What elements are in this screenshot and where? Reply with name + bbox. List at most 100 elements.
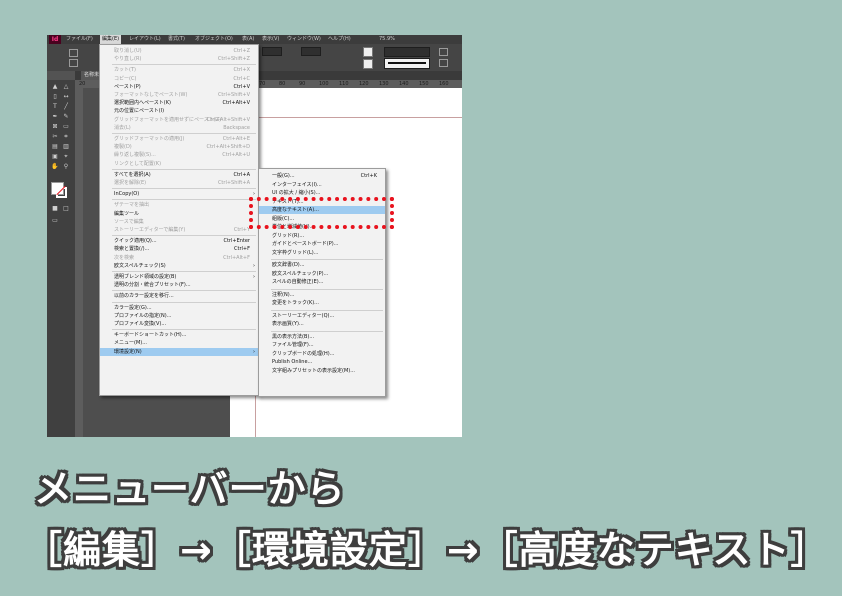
pen-tool-icon[interactable]: ✒ <box>51 113 59 120</box>
menu-item[interactable]: 欧文スペルチェック(S) › <box>100 262 258 270</box>
pencil-tool-icon[interactable]: ✎ <box>62 113 70 120</box>
gradient-feather-tool-icon[interactable]: ▥ <box>62 143 70 150</box>
menu-item[interactable]: 一般(G)... Ctrl+K <box>259 172 385 180</box>
transform-tool-icon[interactable]: ⌗ <box>62 133 70 140</box>
menu-item[interactable]: Publish Online... <box>259 358 385 366</box>
menu-item[interactable]: ストーリーエディター(Q)... <box>259 312 385 320</box>
menu-item[interactable]: ファイル管理(F)... <box>259 341 385 349</box>
menu-item[interactable]: コピー(C) Ctrl+C <box>100 75 258 83</box>
menu-item[interactable]: 表示画質(Y)... <box>259 320 385 328</box>
menu-item[interactable]: 元の位置にペースト(I) <box>100 107 258 115</box>
gap-tool-icon[interactable]: ↔ <box>62 93 70 100</box>
menu-item[interactable]: ソースで編集 <box>100 218 258 226</box>
menu-edit[interactable]: 編集(E) <box>100 35 122 44</box>
menu-item[interactable]: スペルの自動修正(E)... <box>259 278 385 286</box>
menu-item[interactable]: ストーリーエディターで編集(Y) Ctrl+Y <box>100 226 258 234</box>
gradient-tool-icon[interactable]: ▤ <box>51 143 59 150</box>
menu-item-label: 元の位置にペースト(I) <box>114 108 165 115</box>
submenu-arrow-icon: › <box>253 262 255 269</box>
menu-item[interactable]: 透明の分割・統合プリセット(F)... <box>100 281 258 289</box>
scissors-tool-icon[interactable]: ✂ <box>51 133 59 140</box>
zoom-level[interactable]: 75.9% <box>379 35 395 44</box>
menu-item-label: クイック適用(Q)... <box>114 238 157 245</box>
menu-item[interactable]: カット(T) Ctrl+X <box>100 66 258 74</box>
menu-item[interactable]: 選択を解除(E) Ctrl+Shift+A <box>100 179 258 187</box>
hand-tool-icon[interactable]: ✋ <box>51 163 59 170</box>
eyedropper-tool-icon[interactable]: ⌖ <box>62 153 70 160</box>
menu-item[interactable]: 消去(L) Backspace <box>100 124 258 132</box>
menu-item[interactable]: 次を検索 Ctrl+Alt+F <box>100 254 258 262</box>
stroke-type-field[interactable] <box>384 58 430 69</box>
menu-item[interactable]: 以前のカラー設定を移行... <box>100 292 258 300</box>
menu-item[interactable]: 文字枠グリッド(L)... <box>259 249 385 257</box>
direct-selection-tool-icon[interactable]: △ <box>62 83 70 90</box>
menu-item[interactable]: 検索と置換(/)... Ctrl+F <box>100 245 258 253</box>
menu-item[interactable]: 欧文スペルチェック(P)... <box>259 270 385 278</box>
app-logo: Id <box>49 35 61 44</box>
page-tool-icon[interactable]: ▯ <box>51 93 59 100</box>
menu-item[interactable]: フォーマットなしでペースト(W) Ctrl+Shift+V <box>100 91 258 99</box>
menu-item[interactable]: リンクとして配置(K) <box>100 160 258 168</box>
menu-item[interactable]: 取り消し(U) Ctrl+Z <box>100 47 258 55</box>
view-mode-icon[interactable]: ▭ <box>51 217 59 224</box>
note-tool-icon[interactable]: ▣ <box>51 153 59 160</box>
menu-item[interactable]: カラー設定(G)... <box>100 304 258 312</box>
apply-none-icon[interactable]: □ <box>62 205 70 212</box>
menu-item[interactable]: グリッド(R)... <box>259 232 385 240</box>
line-tool-icon[interactable]: ╱ <box>62 103 70 110</box>
frame-tool-icon[interactable]: ⊠ <box>51 123 59 130</box>
menu-item[interactable]: インターフェイス(I)... <box>259 181 385 189</box>
menu-item[interactable]: 繰り返し複製(S)... Ctrl+Alt+U <box>100 151 258 159</box>
field-a[interactable] <box>262 47 282 56</box>
apply-color-icon[interactable]: ■ <box>51 205 59 212</box>
menu-item[interactable]: プロファイルの指定(N)... <box>100 312 258 320</box>
reference-point-icon[interactable] <box>69 49 78 57</box>
menu-item[interactable]: グリッドフォーマットの適用(J) Ctrl+Alt+E <box>100 135 258 143</box>
stroke-swatch[interactable] <box>363 59 373 69</box>
menu-item[interactable]: クイック適用(Q)... Ctrl+Enter <box>100 237 258 245</box>
stroke-weight-field[interactable] <box>384 47 430 57</box>
menu-item[interactable]: メニュー(M)... <box>100 339 258 347</box>
menu-table[interactable]: 表(A) <box>242 35 254 44</box>
reference-point-icon-2[interactable] <box>69 59 78 67</box>
menu-item[interactable]: プロファイル変換(V)... <box>100 320 258 328</box>
align-icon[interactable] <box>439 48 448 56</box>
type-tool-icon[interactable]: T <box>51 103 59 110</box>
menu-item[interactable]: ザテーマを抽出 <box>100 201 258 209</box>
menu-item[interactable]: ペースト(P) Ctrl+V <box>100 83 258 91</box>
menu-item[interactable]: やり直し(R) Ctrl+Shift+Z <box>100 55 258 63</box>
menu-item[interactable]: 複製(D) Ctrl+Alt+Shift+D <box>100 143 258 151</box>
menu-item[interactable]: 欧文辞書(D)... <box>259 261 385 269</box>
distribute-icon[interactable] <box>439 59 448 67</box>
menu-item[interactable]: キーボードショートカット(H)... <box>100 331 258 339</box>
menu-window[interactable]: ウィンドウ(W) <box>287 35 321 44</box>
ruler-mark: 160 <box>439 81 449 87</box>
menu-item[interactable]: ガイドとペーストボード(P)... <box>259 240 385 248</box>
field-b[interactable] <box>301 47 321 56</box>
menu-object[interactable]: オブジェクト(O) <box>195 35 233 44</box>
menu-item[interactable]: 環境設定(N) › <box>100 347 258 356</box>
menu-item[interactable]: 変更をトラック(K)... <box>259 299 385 307</box>
menu-item[interactable]: 注釈(N)... <box>259 291 385 299</box>
menu-item[interactable]: 編集ツール <box>100 210 258 218</box>
menu-file[interactable]: ファイル(F) <box>66 35 93 44</box>
menu-separator <box>271 309 383 311</box>
menu-type[interactable]: 書式(T) <box>168 35 185 44</box>
menu-item-label: ソースで編集 <box>114 218 144 225</box>
menu-item[interactable]: すべてを選択(A) Ctrl+A <box>100 171 258 179</box>
menu-item[interactable]: 透明ブレンド領域の設定(B) › <box>100 273 258 281</box>
zoom-tool-icon[interactable]: ⚲ <box>62 163 70 170</box>
menu-item[interactable]: 黒の表示方法(B)... <box>259 333 385 341</box>
menu-help[interactable]: ヘルプ(H) <box>328 35 351 44</box>
fill-swatch[interactable] <box>363 47 373 57</box>
menu-item[interactable]: UI の拡大 / 縮小(S)... <box>259 189 385 197</box>
menu-item[interactable]: 選択範囲内へペースト(K) Ctrl+Alt+V <box>100 99 258 107</box>
menu-item[interactable]: 文字組みプリセットの表示設定(M)... <box>259 367 385 375</box>
selection-tool-icon[interactable]: ▲ <box>51 83 59 90</box>
menu-item[interactable]: InCopy(O) › <box>100 190 258 198</box>
menu-layout[interactable]: レイアウト(L) <box>129 35 161 44</box>
menu-item[interactable]: グリッドフォーマットを適用せずにペースト(Z) Ctrl+Alt+Shift+V <box>100 116 258 124</box>
rectangle-tool-icon[interactable]: ▭ <box>62 123 70 130</box>
menu-item[interactable]: クリップボードの処理(H)... <box>259 350 385 358</box>
menu-view[interactable]: 表示(V) <box>262 35 279 44</box>
